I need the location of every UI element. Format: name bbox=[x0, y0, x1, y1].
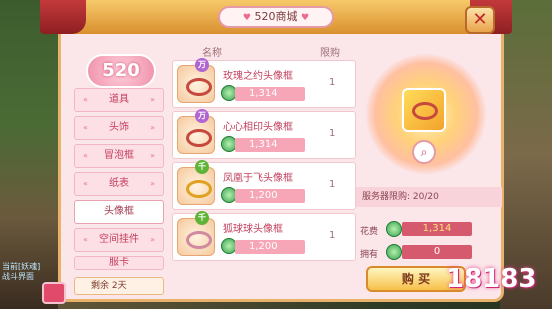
category-tab[interactable]: «冒泡框» bbox=[74, 144, 164, 168]
coin-icon bbox=[386, 244, 402, 260]
category-tab[interactable]: «头饰» bbox=[74, 116, 164, 140]
item-price: 1,314 bbox=[235, 87, 305, 101]
item-row[interactable]: 千 狐球球头像框 1,200 1 bbox=[172, 211, 356, 261]
item-name: 玫瑰之约头像框 bbox=[223, 71, 293, 82]
item-price: 1,314 bbox=[235, 138, 305, 152]
zoom-icon: ⌕ bbox=[420, 145, 428, 159]
right-hud bbox=[500, 0, 552, 309]
header-name: 名称 bbox=[202, 48, 222, 59]
item-price: 1,200 bbox=[235, 189, 305, 203]
server-limit: 服务器限购: 20/20 bbox=[356, 187, 502, 207]
tag-badge: 万 bbox=[195, 109, 209, 123]
avatar-frame-icon bbox=[177, 116, 215, 154]
left-hud: 当前[妖魂] 战斗界面 bbox=[0, 0, 58, 309]
heart-icon: ♥ bbox=[242, 13, 251, 23]
gift-icon bbox=[42, 282, 66, 304]
category-tab[interactable]: 服卡 bbox=[74, 256, 164, 270]
watermark-logo: 18183 bbox=[446, 264, 537, 294]
item-name: 狐球球头像框 bbox=[223, 224, 283, 235]
category-tab[interactable]: «空间挂件» bbox=[74, 228, 164, 252]
heart-icon: ♥ bbox=[301, 13, 310, 23]
item-price: 1,200 bbox=[235, 240, 305, 254]
category-tab-active[interactable]: 头像框 bbox=[74, 200, 164, 224]
coin-icon bbox=[386, 221, 402, 237]
side-text: 当前[妖魂] bbox=[2, 262, 41, 271]
close-button[interactable]: ✕ bbox=[465, 6, 495, 34]
side-text: 战斗界面 bbox=[2, 272, 34, 281]
avatar-frame-icon bbox=[402, 88, 446, 132]
list-header: 名称 限购 bbox=[172, 42, 356, 59]
remaining-time: 剩余 2天 bbox=[74, 277, 164, 295]
cost-row: 花费 1,314 bbox=[360, 221, 500, 239]
avatar-frame-icon bbox=[177, 65, 215, 103]
item-row[interactable]: 万 玫瑰之约头像框 1,314 1 bbox=[172, 58, 356, 108]
item-row[interactable]: 万 心心相印头像框 1,314 1 bbox=[172, 109, 356, 159]
avatar-frame-icon bbox=[177, 167, 215, 205]
item-preview: ⌕ bbox=[354, 40, 502, 182]
zoom-button[interactable]: ⌕ bbox=[412, 140, 436, 164]
item-limit: 1 bbox=[329, 179, 336, 190]
event-badge: 520 bbox=[86, 54, 156, 88]
owned-row: 拥有 0 bbox=[360, 244, 500, 262]
window-title: ♥ 520商城 ♥ bbox=[218, 6, 334, 28]
avatar-frame-icon bbox=[177, 218, 215, 256]
item-list: 万 玫瑰之约头像框 1,314 1 万 心心相印头像框 1,314 1 千 凤凰… bbox=[172, 58, 356, 264]
category-list: «道具» «头饰» «冒泡框» «纸表» 头像框 «空间挂件» 服卡 bbox=[74, 88, 164, 274]
item-row[interactable]: 千 凤凰于飞头像框 1,200 1 bbox=[172, 160, 356, 210]
tag-badge: 千 bbox=[195, 211, 209, 225]
item-limit: 1 bbox=[329, 77, 336, 88]
cost-value: 1,314 bbox=[402, 222, 472, 236]
item-name: 凤凰于飞头像框 bbox=[223, 173, 293, 184]
owned-value: 0 bbox=[402, 245, 472, 259]
header-limit: 限购 bbox=[320, 48, 340, 59]
item-name: 心心相印头像框 bbox=[223, 122, 293, 133]
close-icon: ✕ bbox=[472, 9, 488, 30]
item-limit: 1 bbox=[329, 230, 336, 241]
tag-badge: 万 bbox=[195, 58, 209, 72]
category-tab[interactable]: «道具» bbox=[74, 88, 164, 112]
tag-badge: 千 bbox=[195, 160, 209, 174]
item-limit: 1 bbox=[329, 128, 336, 139]
category-tab[interactable]: «纸表» bbox=[74, 172, 164, 196]
frame-ornament-left bbox=[40, 0, 86, 34]
